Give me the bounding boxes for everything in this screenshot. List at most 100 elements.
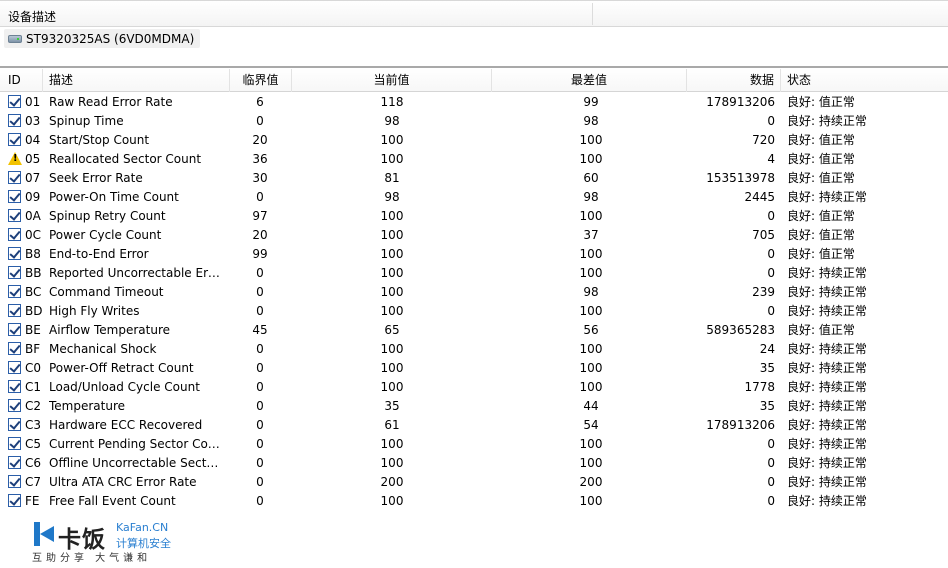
threshold-value: 0 bbox=[256, 285, 264, 299]
table-row[interactable]: 03 Spinup Time 0 98 98 0 良好: 持续正常 bbox=[0, 112, 948, 131]
checkbox-checked-icon[interactable] bbox=[8, 437, 22, 451]
table-row[interactable]: C5 Current Pending Sector Count 0 100 100 0 良好… bbox=[0, 435, 948, 454]
status-text: 良好: 持续正常 bbox=[787, 285, 867, 299]
table-row[interactable]: 09 Power-On Time Count 0 98 98 2445 良好: 持续正常 bbox=[0, 188, 948, 207]
attribute-id: 09 bbox=[25, 190, 41, 204]
threshold-value: 0 bbox=[256, 304, 264, 318]
current-value: 98 bbox=[384, 114, 400, 128]
checkbox-checked-icon[interactable] bbox=[8, 114, 22, 128]
worst-value: 98 bbox=[583, 285, 599, 299]
threshold-value: 0 bbox=[256, 361, 264, 375]
table-row[interactable]: BB Reported Uncorrectable Errors 0 100 100 0 良… bbox=[0, 264, 948, 283]
checkbox-checked-icon[interactable] bbox=[8, 304, 22, 318]
attribute-id: C7 bbox=[25, 475, 42, 489]
table-row[interactable]: BE Airflow Temperature 45 65 56 589365283 良好: … bbox=[0, 321, 948, 340]
table-row[interactable]: C7 Ultra ATA CRC Error Rate 0 200 200 0 良好: 持续… bbox=[0, 473, 948, 492]
current-value: 100 bbox=[380, 133, 404, 147]
checkbox-checked-icon[interactable] bbox=[8, 247, 22, 261]
checkbox-checked-icon[interactable] bbox=[8, 171, 22, 185]
checkbox-checked-icon[interactable] bbox=[8, 418, 22, 432]
checkbox-checked-icon[interactable] bbox=[8, 133, 22, 147]
table-row[interactable]: C1 Load/Unload Cycle Count 0 100 100 1778 良好: … bbox=[0, 378, 948, 397]
attribute-name: Free Fall Event Count bbox=[49, 494, 176, 508]
attribute-id: C5 bbox=[25, 437, 42, 451]
checkbox-checked-icon[interactable] bbox=[8, 209, 22, 223]
attribute-id: 07 bbox=[25, 171, 41, 185]
column-header-id[interactable]: ID bbox=[0, 69, 43, 92]
attribute-id: B8 bbox=[25, 247, 41, 261]
attribute-name: Airflow Temperature bbox=[49, 323, 171, 337]
checkbox-checked-icon[interactable] bbox=[8, 190, 22, 204]
table-row[interactable]: 05 Reallocated Sector Count 36 100 100 4 良好: 值… bbox=[0, 150, 948, 169]
threshold-value: 36 bbox=[252, 152, 268, 166]
column-header-threshold[interactable]: 临界值 bbox=[230, 69, 292, 92]
status-text: 良好: 持续正常 bbox=[787, 475, 867, 489]
hard-disk-icon bbox=[8, 34, 22, 43]
checkbox-checked-icon[interactable] bbox=[8, 228, 22, 242]
table-row[interactable]: 0C Power Cycle Count 20 100 37 705 良好: 值正常 bbox=[0, 226, 948, 245]
table-row[interactable]: BD High Fly Writes 0 100 100 0 良好: 持续正常 bbox=[0, 302, 948, 321]
table-row[interactable]: 07 Seek Error Rate 30 81 60 153513978 良好: 值正常 bbox=[0, 169, 948, 188]
current-value: 100 bbox=[380, 342, 404, 356]
checkbox-checked-icon[interactable] bbox=[8, 456, 22, 470]
worst-value: 100 bbox=[579, 494, 603, 508]
checkbox-checked-icon[interactable] bbox=[8, 266, 22, 280]
worst-value: 100 bbox=[579, 247, 603, 261]
current-value: 98 bbox=[384, 190, 400, 204]
checkbox-checked-icon[interactable] bbox=[8, 361, 22, 375]
raw-data-value: 720 bbox=[752, 133, 775, 147]
header-separator bbox=[592, 3, 593, 25]
attribute-name: Command Timeout bbox=[49, 285, 164, 299]
worst-value: 98 bbox=[583, 190, 599, 204]
current-value: 100 bbox=[380, 456, 404, 470]
current-value: 100 bbox=[380, 380, 404, 394]
table-row[interactable]: C3 Hardware ECC Recovered 0 61 54 178913206 良好… bbox=[0, 416, 948, 435]
current-value: 61 bbox=[384, 418, 400, 432]
status-text: 良好: 值正常 bbox=[787, 171, 855, 185]
attribute-id: BF bbox=[25, 342, 41, 356]
status-text: 良好: 持续正常 bbox=[787, 342, 867, 356]
table-row[interactable]: 01 Raw Read Error Rate 6 118 99 178913206 良好: … bbox=[0, 93, 948, 112]
attribute-id: C1 bbox=[25, 380, 42, 394]
worst-value: 100 bbox=[579, 437, 603, 451]
column-header-data[interactable]: 数据 bbox=[687, 69, 781, 92]
threshold-value: 0 bbox=[256, 437, 264, 451]
checkbox-checked-icon[interactable] bbox=[8, 323, 22, 337]
table-row[interactable]: C0 Power-Off Retract Count 0 100 100 35 良好: 持续… bbox=[0, 359, 948, 378]
table-row[interactable]: C2 Temperature 0 35 44 35 良好: 持续正常 bbox=[0, 397, 948, 416]
device-description-header: 设备描述 bbox=[0, 0, 948, 27]
attribute-name: Power-Off Retract Count bbox=[49, 361, 194, 375]
table-row[interactable]: 04 Start/Stop Count 20 100 100 720 良好: 值正常 bbox=[0, 131, 948, 150]
attribute-id: BE bbox=[25, 323, 41, 337]
column-header-worst[interactable]: 最差值 bbox=[492, 69, 687, 92]
worst-value: 100 bbox=[579, 304, 603, 318]
attribute-id: C2 bbox=[25, 399, 42, 413]
table-row[interactable]: FE Free Fall Event Count 0 100 100 0 良好: 持续正常 bbox=[0, 492, 948, 511]
status-text: 良好: 持续正常 bbox=[787, 418, 867, 432]
table-row[interactable]: 0A Spinup Retry Count 97 100 100 0 良好: 值正常 bbox=[0, 207, 948, 226]
checkbox-checked-icon[interactable] bbox=[8, 380, 22, 394]
raw-data-value: 24 bbox=[759, 342, 775, 356]
column-header-current[interactable]: 当前值 bbox=[292, 69, 492, 92]
table-row[interactable]: BF Mechanical Shock 0 100 100 24 良好: 持续正常 bbox=[0, 340, 948, 359]
checkbox-checked-icon[interactable] bbox=[8, 95, 22, 109]
status-text: 良好: 持续正常 bbox=[787, 266, 867, 280]
column-header-description[interactable]: 描述 bbox=[43, 69, 230, 92]
checkbox-checked-icon[interactable] bbox=[8, 494, 22, 508]
attribute-name: High Fly Writes bbox=[49, 304, 140, 318]
table-row[interactable]: B8 End-to-End Error 99 100 100 0 良好: 值正常 bbox=[0, 245, 948, 264]
threshold-value: 0 bbox=[256, 380, 264, 394]
attribute-id: C6 bbox=[25, 456, 42, 470]
checkbox-checked-icon[interactable] bbox=[8, 475, 22, 489]
column-header-status[interactable]: 状态 bbox=[781, 69, 948, 92]
current-value: 200 bbox=[380, 475, 404, 489]
raw-data-value: 0 bbox=[767, 304, 775, 318]
checkbox-checked-icon[interactable] bbox=[8, 342, 22, 356]
threshold-value: 0 bbox=[256, 399, 264, 413]
device-list-item[interactable]: ST9320325AS (6VD0MDMA) bbox=[4, 29, 201, 48]
checkbox-checked-icon[interactable] bbox=[8, 285, 22, 299]
table-row[interactable]: BC Command Timeout 0 100 98 239 良好: 持续正常 bbox=[0, 283, 948, 302]
checkbox-checked-icon[interactable] bbox=[8, 399, 22, 413]
table-row[interactable]: C6 Offline Uncorrectable Sector C... 0 100 1… bbox=[0, 454, 948, 473]
panel-splitter[interactable] bbox=[0, 66, 948, 68]
